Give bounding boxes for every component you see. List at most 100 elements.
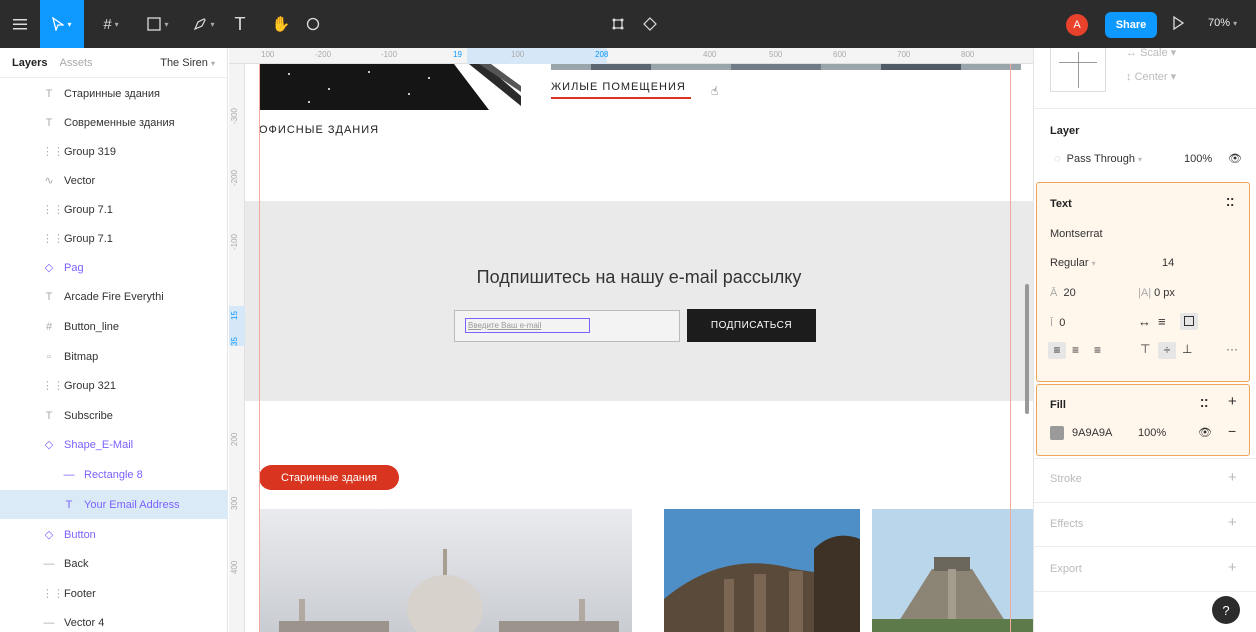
hand-tool-icon[interactable]: ✋	[266, 0, 296, 48]
layer-item[interactable]: ⋮⋮ Footer	[0, 579, 228, 608]
panel-tabs: Layers Assets The Siren ▾	[0, 48, 227, 78]
blend-mode-select[interactable]: ◌ Pass Through ▾	[1054, 153, 1142, 165]
export-section-title: Export	[1050, 563, 1082, 575]
font-family-select[interactable]: Montserrat	[1050, 228, 1103, 240]
boolean-tool-icon[interactable]	[636, 0, 664, 48]
share-button[interactable]: Share	[1105, 12, 1157, 38]
layer-item[interactable]: ⋮⋮ Group 321	[0, 371, 228, 400]
group-icon: ⋮⋮	[42, 588, 64, 600]
canvas-scrollbar[interactable]	[1025, 284, 1029, 414]
layer-item[interactable]: T Современные здания	[0, 108, 228, 137]
remove-fill-icon[interactable]: −	[1228, 423, 1236, 439]
auto-width-icon[interactable]: ↔	[1138, 314, 1151, 329]
design-frame[interactable]: ЖИЛЫЕ ПОМЕЩЕНИЯ ☝ ОФИСНЫЕ ЗДАНИЯ Подпиши…	[245, 64, 1033, 632]
text-tool-icon[interactable]: T	[228, 0, 252, 48]
add-export-icon[interactable]: +	[1228, 559, 1237, 576]
comment-tool-icon[interactable]	[298, 0, 328, 48]
tab-layers[interactable]: Layers	[12, 57, 47, 69]
colonnade-image[interactable]	[664, 509, 860, 632]
text-section-title: Text	[1050, 198, 1072, 210]
zoom-level[interactable]: 70% ▾	[1208, 17, 1237, 29]
more-options-icon[interactable]: ···	[1226, 342, 1238, 356]
layer-item[interactable]: ∿ Vector	[0, 166, 228, 195]
add-effect-icon[interactable]: +	[1228, 514, 1237, 531]
paragraph-spacing-icon: Ī	[1050, 317, 1054, 329]
layer-item[interactable]: — Back	[0, 549, 228, 578]
subscribe-heading: Подпишитесь на нашу e-mail рассылку	[476, 267, 802, 287]
constraints-widget[interactable]	[1050, 48, 1106, 92]
user-avatar[interactable]: A	[1066, 14, 1088, 36]
layer-item[interactable]: ⋮⋮ Group 319	[0, 137, 228, 166]
align-right-icon[interactable]: ≡	[1094, 343, 1101, 357]
nav-residential[interactable]: ЖИЛЫЕ ПОМЕЩЕНИЯ	[551, 81, 686, 93]
layer-item-selected[interactable]: T Your Email Address	[0, 490, 228, 519]
frame-tool-icon[interactable]: # ▾	[92, 0, 130, 48]
group-icon: ⋮⋮	[42, 204, 64, 216]
constraint-vertical[interactable]: ↕ Center ▾	[1126, 70, 1176, 83]
align-center-icon[interactable]: ≡	[1072, 343, 1079, 357]
layer-item[interactable]: ◇ Shape_E-Mail	[0, 430, 228, 459]
help-button[interactable]: ?	[1212, 596, 1240, 624]
layer-item[interactable]: ◇ Pag	[0, 253, 228, 282]
shape-tool-icon[interactable]: ▾	[138, 0, 178, 48]
letter-spacing-icon: |A|	[1138, 287, 1152, 299]
main-menu-icon[interactable]	[0, 0, 40, 48]
paragraph-spacing-input[interactable]: Ī 0	[1050, 317, 1065, 329]
visibility-eye-icon[interactable]: 👁	[1228, 152, 1242, 165]
guide-right	[1010, 64, 1011, 632]
tag-old-buildings[interactable]: Старинные здания	[259, 465, 399, 490]
layer-item[interactable]: — Rectangle 8	[0, 460, 228, 489]
present-play-icon[interactable]	[1172, 15, 1185, 33]
top-strip-image[interactable]	[551, 64, 1021, 70]
align-middle-icon[interactable]: ÷	[1158, 342, 1176, 359]
fill-section	[1036, 384, 1250, 456]
fill-visibility-eye-icon[interactable]: 👁	[1198, 426, 1212, 439]
layer-item[interactable]: ⋮⋮ Group 7.1	[0, 195, 228, 224]
layer-item[interactable]: ⋮⋮ Group 7.1	[0, 224, 228, 253]
constraint-horizontal[interactable]: ↔ Scale ▾	[1126, 46, 1176, 59]
top-dark-image[interactable]	[259, 64, 521, 110]
align-bottom-icon[interactable]: ⊥	[1182, 342, 1192, 356]
fill-hex-input[interactable]: 9A9A9A	[1072, 427, 1112, 439]
auto-height-icon[interactable]: ≡	[1158, 314, 1166, 329]
layer-item[interactable]: ▫ Bitmap	[0, 342, 228, 371]
layer-item[interactable]: T Arcade Fire Everythi	[0, 282, 228, 311]
group-icon: ⋮⋮	[42, 233, 64, 245]
ruler-top: 100 -200 -100 19 100 208 400 500 600 700…	[229, 48, 1033, 64]
layer-item[interactable]: T Старинные здания	[0, 79, 228, 108]
guide-left	[259, 64, 260, 632]
tab-assets[interactable]: Assets	[59, 57, 92, 69]
text-icon: T	[45, 116, 53, 129]
subscribe-button[interactable]: ПОДПИСАТЬСЯ	[687, 309, 816, 342]
taj-mahal-image[interactable]	[259, 509, 632, 632]
fill-opacity-input[interactable]: 100%	[1138, 427, 1166, 439]
email-placeholder[interactable]: Введите Ваш e-mail	[465, 318, 590, 333]
line-height-input[interactable]: Ā 20	[1050, 287, 1076, 299]
ruler-left: -300 -200 -100 15 35 200 300 400	[229, 64, 245, 632]
layer-item[interactable]: T Subscribe	[0, 401, 228, 430]
font-weight-select[interactable]: Regular ▾	[1050, 257, 1096, 269]
nav-office[interactable]: ОФИСНЫЕ ЗДАНИЯ	[259, 124, 379, 136]
fixed-size-icon[interactable]	[1180, 313, 1198, 330]
pen-tool-icon[interactable]: ▾	[184, 0, 224, 48]
fill-styles-icon[interactable]: ⁚⁚	[1200, 397, 1208, 410]
move-tool-icon[interactable]: ▾	[40, 0, 84, 48]
text-styles-icon[interactable]: ⁚⁚	[1226, 196, 1234, 209]
layer-item[interactable]: — Vector 4	[0, 608, 228, 632]
pyramid-image[interactable]	[872, 509, 1033, 632]
page-selector[interactable]: The Siren ▾	[160, 57, 215, 69]
fill-color-swatch[interactable]	[1050, 426, 1064, 440]
font-size-input[interactable]: 14	[1162, 257, 1174, 269]
layer-opacity[interactable]: 100%	[1184, 153, 1212, 165]
layer-item[interactable]: ◇ Button	[0, 520, 228, 549]
component-tool-icon[interactable]	[604, 0, 632, 48]
align-top-icon[interactable]: ⊤	[1140, 342, 1150, 356]
letter-spacing-input[interactable]: |A| 0 px	[1138, 287, 1175, 299]
email-input[interactable]: Введите Ваш e-mail	[454, 310, 680, 342]
align-left-icon[interactable]: ≡	[1048, 342, 1066, 359]
layer-item[interactable]: # Button_line	[0, 312, 228, 341]
add-fill-icon[interactable]: +	[1228, 393, 1237, 410]
canvas[interactable]: ЖИЛЫЕ ПОМЕЩЕНИЯ ☝ ОФИСНЫЕ ЗДАНИЯ Подпиши…	[245, 64, 1033, 632]
layer-section-title: Layer	[1050, 125, 1080, 137]
add-stroke-icon[interactable]: +	[1228, 469, 1237, 486]
